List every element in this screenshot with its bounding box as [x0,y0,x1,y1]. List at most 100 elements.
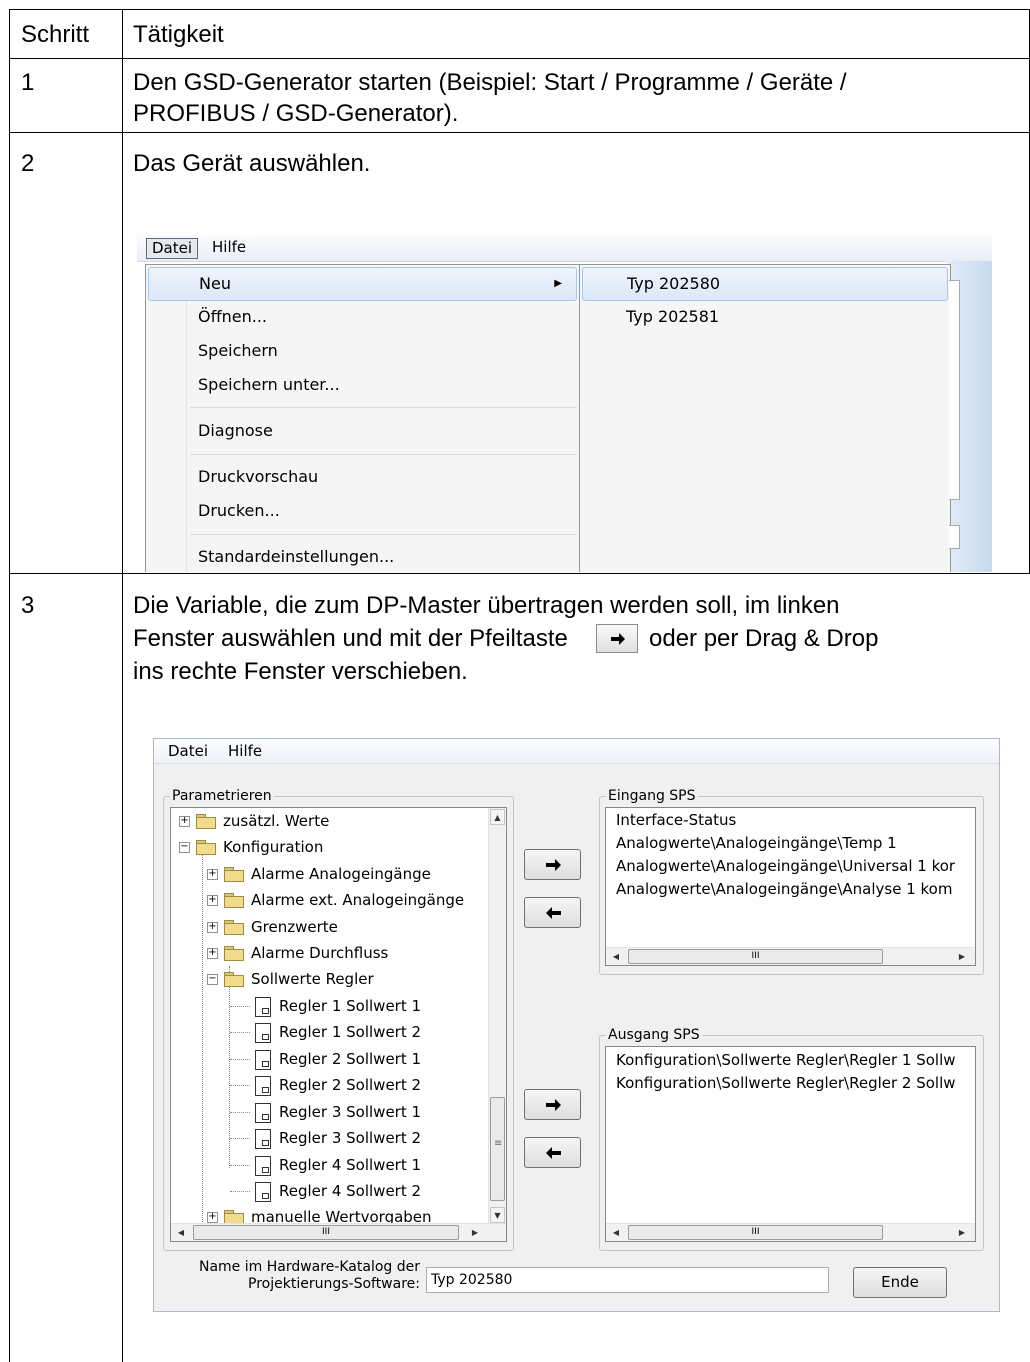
list-item[interactable]: Analogwerte\Analogeingänge\Temp 1 [616,832,897,854]
document-icon [255,1023,271,1043]
ausgang-sps-group: Ausgang SPS Konfiguration\Sollwerte Regl… [599,1027,984,1251]
document-icon [255,1156,271,1176]
step-text: oder per Drag & Drop [649,625,879,652]
menu-separator [190,407,577,408]
add-input-button[interactable] [524,849,581,880]
document-icon [255,1103,271,1123]
scroll-right-icon[interactable]: ▶ [954,949,970,964]
menu-screenshot: Datei Hilfe Neu ▶ Öffnen... Speichern Sp… [137,219,992,572]
menu-separator [190,454,577,455]
folder-icon [224,867,244,882]
table-border-left [9,9,10,1362]
table-column-divider [122,9,123,1362]
folder-icon [224,946,244,961]
horizontal-scrollbar[interactable]: ◀ III ▶ [606,947,975,965]
menu-item-diagnose[interactable]: Diagnose [148,415,577,447]
expand-icon[interactable]: + [207,1212,218,1223]
menu-item-save[interactable]: Speichern [148,335,577,367]
scroll-right-icon[interactable]: ▶ [467,1225,483,1240]
gsd-generator-dialog: Datei Hilfe Parametrieren + zusätzl. Wer… [153,738,1000,1312]
remove-output-button[interactable] [524,1137,581,1168]
expand-icon[interactable]: + [207,922,218,933]
folder-open-icon [196,840,216,855]
horizontal-scrollbar[interactable]: ◀ III ▶ [606,1223,975,1241]
list-item[interactable]: Analogwerte\Analogeingänge\Analyse 1 kom [616,878,952,900]
menu-bar: Datei Hilfe [154,739,999,764]
expand-icon[interactable]: + [179,816,190,827]
list-item[interactable]: Interface-Status [616,809,736,831]
table-divider [9,58,1030,59]
remove-input-button[interactable] [524,897,581,928]
menu-item-save-as[interactable]: Speichern unter... [148,369,577,401]
list-item[interactable]: Konfiguration\Sollwerte Regler\Regler 2 … [616,1072,956,1094]
arrow-left-icon [546,907,561,919]
menu-item-print-preview[interactable]: Druckvorschau [148,461,577,493]
expand-icon[interactable]: + [207,869,218,880]
parametrieren-group: Parametrieren + zusätzl. Werte − Konfigu… [163,788,514,1251]
menu-item-print[interactable]: Drucken... [148,495,577,527]
input-list[interactable]: Interface-Status Analogwerte\Analogeingä… [605,807,976,966]
catalog-name-label: Projektierungs-Software: [248,1276,420,1292]
scroll-thumb[interactable]: ≡ [490,1097,505,1201]
scroll-down-icon[interactable]: ▼ [490,1207,505,1223]
submenu-item-typ-202581[interactable]: Typ 202581 [582,301,948,333]
step-text: ins rechte Fenster verschieben. [133,658,468,685]
step-text: Fenster auswählen und mit der Pfeiltaste [133,625,568,652]
list-item[interactable]: Konfiguration\Sollwerte Regler\Regler 1 … [616,1049,956,1071]
scroll-thumb[interactable]: III [628,1225,883,1240]
collapse-icon[interactable]: − [207,974,218,985]
eingang-sps-group: Eingang SPS Interface-Status Analogwerte… [599,788,984,975]
document-icon [255,1076,271,1096]
step-text: Den GSD-Generator starten (Beispiel: Sta… [133,69,847,96]
scroll-left-icon[interactable]: ◀ [608,949,624,964]
group-title: Eingang SPS [606,788,698,804]
catalog-name-input[interactable]: Typ 202580 [426,1267,829,1293]
catalog-name-label: Name im Hardware-Katalog der [198,1259,420,1275]
add-output-button[interactable] [524,1089,581,1120]
document-icon [255,1129,271,1149]
scrollbar-fragment [949,280,960,500]
menu-datei[interactable]: Datei [168,742,208,761]
folder-icon [196,814,216,829]
arrow-right-icon [546,859,561,871]
document-icon [255,1182,271,1202]
scroll-right-icon[interactable]: ▶ [954,1225,970,1240]
step-text: Die Variable, die zum DP-Master übertrag… [133,592,840,619]
menu-separator [190,534,577,535]
scroll-up-icon[interactable]: ▲ [490,809,505,825]
table-divider [9,573,1030,574]
menu-hilfe[interactable]: Hilfe [207,238,251,257]
horizontal-scrollbar[interactable]: ◀ III ▶ [171,1223,506,1241]
folder-icon [224,1210,244,1225]
scroll-thumb[interactable]: III [628,949,883,964]
arrow-key-icon [596,624,638,653]
collapse-icon[interactable]: − [179,842,190,853]
file-menu: Neu ▶ Öffnen... Speichern Speichern unte… [145,264,580,572]
step-text: Das Gerät auswählen. [133,150,371,177]
end-button[interactable]: Ende [853,1267,947,1298]
folder-open-icon [224,972,244,987]
scroll-thumb[interactable]: III [193,1225,459,1240]
step-number: 3 [21,592,35,619]
vertical-scrollbar[interactable]: ▲ ≡ ▼ [488,808,506,1224]
expand-icon[interactable]: + [207,895,218,906]
menu-item-neu[interactable]: Neu ▶ [148,267,577,301]
table-divider [9,132,1030,133]
menu-item-defaults[interactable]: Standardeinstellungen... [148,541,577,572]
header-activity: Tätigkeit [133,21,224,48]
submenu-item-typ-202580[interactable]: Typ 202580 [582,267,948,301]
folder-icon [224,920,244,935]
scroll-left-icon[interactable]: ◀ [173,1225,189,1240]
document-icon [255,997,271,1017]
menu-datei[interactable]: Datei [146,238,199,259]
output-list[interactable]: Konfiguration\Sollwerte Regler\Regler 1 … [605,1046,976,1242]
scroll-left-icon[interactable]: ◀ [608,1225,624,1240]
parameter-tree[interactable]: + zusätzl. Werte − Konfiguration + Alarm… [170,807,507,1242]
arrow-left-icon [546,1147,561,1159]
expand-icon[interactable]: + [207,948,218,959]
menu-item-open[interactable]: Öffnen... [148,301,577,333]
list-item[interactable]: Analogwerte\Analogeingänge\Universal 1 k… [616,855,955,877]
submenu-arrow-icon: ▶ [554,278,562,289]
folder-icon [224,893,244,908]
menu-hilfe[interactable]: Hilfe [228,742,262,761]
